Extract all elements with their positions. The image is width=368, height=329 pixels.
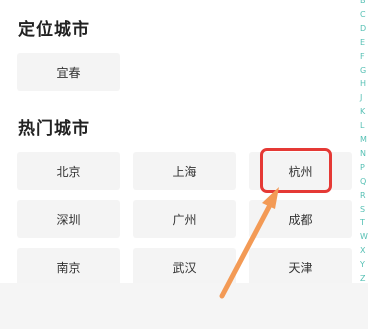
arrow-annotation — [219, 187, 279, 299]
arrow-shaft — [219, 202, 273, 299]
arrow-head — [262, 187, 279, 209]
